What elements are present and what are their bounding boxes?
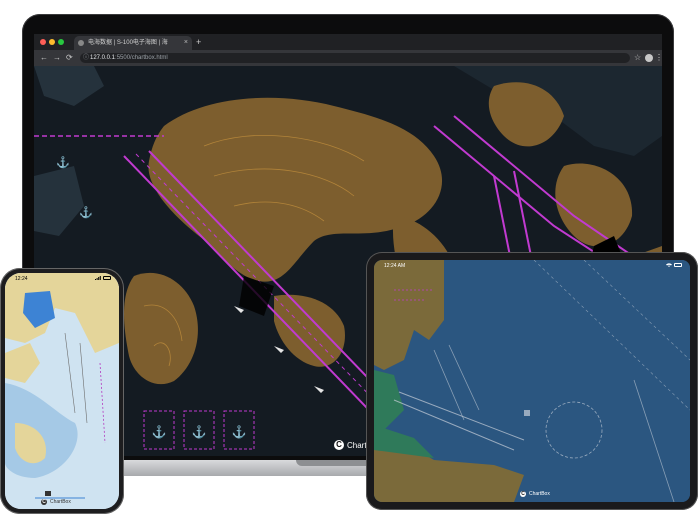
url-path: :5500/chartbox.html bbox=[115, 55, 168, 61]
svg-text:⚓: ⚓ bbox=[152, 425, 167, 439]
url-host: 127.0.0.1 bbox=[90, 55, 116, 61]
phone-chartbox-logo: C ChartBox bbox=[41, 499, 71, 505]
tablet-status-time: 12:24 AM bbox=[384, 263, 406, 269]
chartbox-logo-icon: C bbox=[520, 491, 526, 497]
more-menu-icon[interactable]: ⋮ bbox=[655, 53, 662, 63]
wifi-icon bbox=[666, 263, 672, 267]
bookmark-star-icon[interactable]: ☆ bbox=[634, 53, 641, 63]
svg-text:⚓: ⚓ bbox=[56, 156, 70, 169]
tab-close-icon[interactable]: × bbox=[184, 36, 188, 50]
chartbox-logo-icon: C bbox=[41, 499, 47, 505]
reload-icon[interactable]: ⟳ bbox=[66, 52, 73, 64]
phone-chartbox-logo-text: ChartBox bbox=[50, 499, 71, 505]
tablet-nautical-chart[interactable] bbox=[374, 260, 690, 502]
browser-tab-bar: 电海数据 | S-100电子海图 | 海 × + bbox=[34, 34, 662, 50]
svg-text:⚓: ⚓ bbox=[79, 206, 93, 219]
svg-text:⚓: ⚓ bbox=[232, 425, 247, 439]
url-bar[interactable]: ⓘ 127.0.0.1:5500/chartbox.html bbox=[80, 53, 630, 63]
battery-icon bbox=[674, 263, 682, 267]
forward-arrow-icon[interactable]: → bbox=[53, 52, 61, 64]
tablet-screen: 12:24 AM C ChartBox bbox=[374, 260, 690, 502]
tablet-status-bar: 12:24 AM bbox=[374, 260, 690, 270]
phone-status-time: 12:24 bbox=[15, 276, 28, 282]
info-icon: ⓘ bbox=[83, 55, 90, 61]
phone-nautical-chart[interactable] bbox=[5, 273, 119, 509]
phone-status-bar: 12:24 bbox=[5, 273, 119, 283]
tablet-chartbox-logo-text: ChartBox bbox=[529, 491, 550, 497]
browser-toolbar: ← → ⟳ ⓘ 127.0.0.1:5500/chartbox.html ☆ ⋮ bbox=[34, 50, 662, 66]
svg-text:⚓: ⚓ bbox=[192, 425, 207, 439]
new-tab-button[interactable]: + bbox=[196, 35, 201, 49]
phone-screen: 12:24 C ChartBox bbox=[5, 273, 119, 509]
tablet-chartbox-logo: C ChartBox bbox=[520, 491, 550, 497]
close-window-icon[interactable] bbox=[40, 39, 46, 45]
browser-tab[interactable]: 电海数据 | S-100电子海图 | 海 × bbox=[74, 36, 192, 50]
chartbox-logo-icon: C bbox=[334, 440, 344, 450]
back-arrow-icon[interactable]: ← bbox=[40, 52, 48, 64]
maximize-window-icon[interactable] bbox=[58, 39, 64, 45]
minimize-window-icon[interactable] bbox=[49, 39, 55, 45]
battery-icon bbox=[103, 276, 111, 280]
tab-title: 电海数据 | S-100电子海图 | 海 bbox=[88, 40, 168, 46]
profile-avatar-icon[interactable] bbox=[645, 54, 653, 62]
device-showcase: 电海数据 | S-100电子海图 | 海 × + ← → ⟳ ⓘ 127.0.0… bbox=[0, 0, 700, 520]
tab-favicon-icon bbox=[78, 40, 84, 46]
signal-icon bbox=[95, 276, 101, 280]
